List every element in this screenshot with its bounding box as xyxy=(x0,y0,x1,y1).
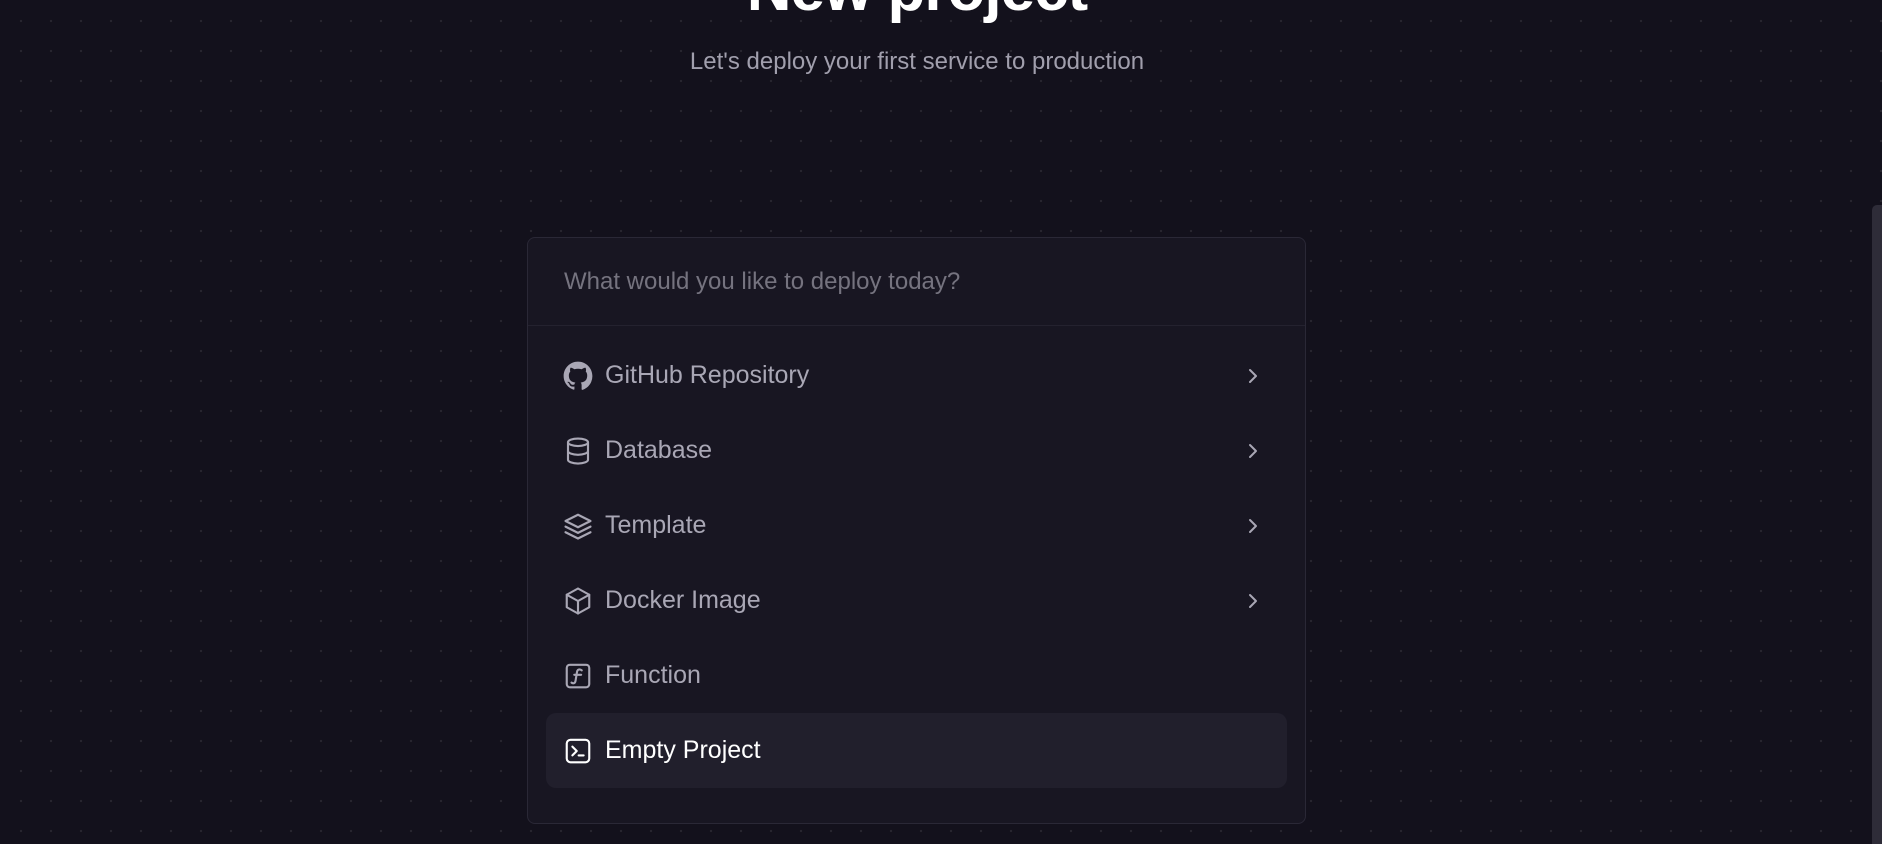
page-scrollbar-thumb[interactable] xyxy=(1872,205,1882,844)
option-label: Empty Project xyxy=(605,736,761,764)
option-label: Database xyxy=(605,436,713,464)
option-database[interactable]: Database xyxy=(546,413,1287,488)
deploy-search-input[interactable] xyxy=(564,267,1244,296)
option-function[interactable]: Function xyxy=(546,638,1287,713)
option-empty-project[interactable]: Empty Project xyxy=(546,713,1287,788)
page-title: New project xyxy=(0,0,1834,21)
option-label: Docker Image xyxy=(605,586,761,614)
option-label: GitHub Repository xyxy=(605,361,810,389)
layers-icon xyxy=(563,511,593,541)
github-icon xyxy=(563,361,593,391)
option-label: Template xyxy=(605,511,707,539)
page-subtitle: Let's deploy your first service to produ… xyxy=(689,48,1145,75)
option-template[interactable]: Template xyxy=(546,488,1287,563)
option-github-repository[interactable]: GitHub Repository xyxy=(546,338,1287,413)
search-row xyxy=(528,238,1305,326)
option-docker-image[interactable]: Docker Image xyxy=(546,563,1287,638)
terminal-icon xyxy=(563,736,593,766)
option-label: Function xyxy=(605,661,701,689)
chevron-right-icon xyxy=(1243,441,1263,461)
page-scrollbar-track[interactable] xyxy=(1872,0,1882,844)
chevron-right-icon xyxy=(1243,591,1263,611)
deploy-option-list: GitHub Repository Database Template Dock… xyxy=(546,338,1287,788)
database-icon xyxy=(563,436,593,466)
cube-icon xyxy=(563,586,593,616)
chevron-right-icon xyxy=(1243,516,1263,536)
function-icon xyxy=(563,661,593,691)
chevron-right-icon xyxy=(1243,366,1263,386)
deploy-panel: GitHub Repository Database Template xyxy=(527,237,1306,824)
